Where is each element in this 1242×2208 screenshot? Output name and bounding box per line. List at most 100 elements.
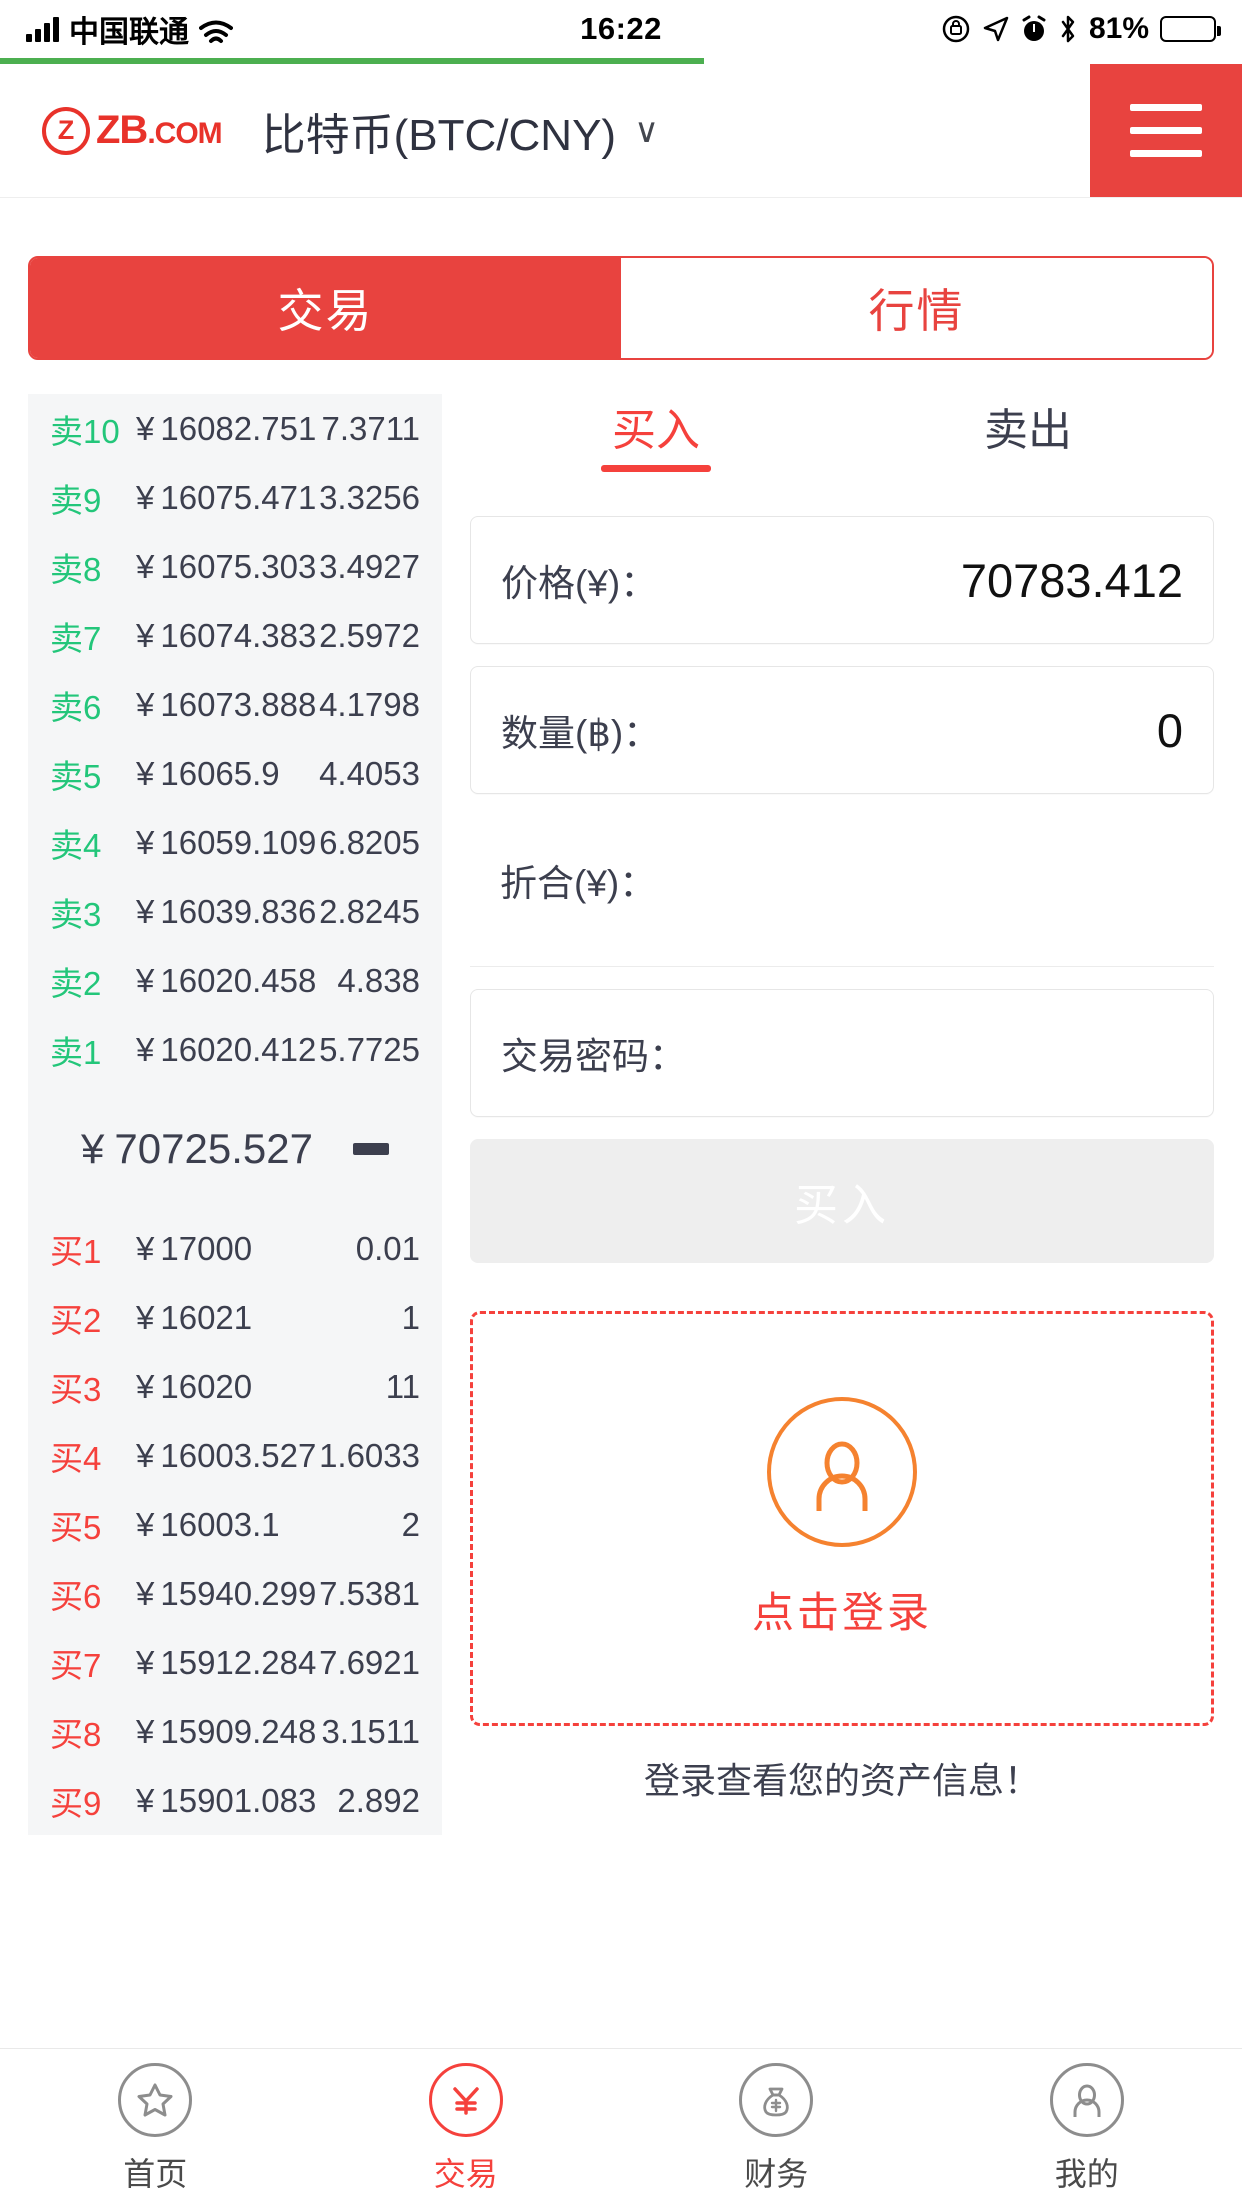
order-price: ¥16073.888 — [136, 685, 317, 723]
order-price: ¥16020.458 — [136, 961, 317, 999]
price-label: 价格(¥)： — [501, 563, 658, 604]
last-price: ¥70725.527 — [81, 1125, 313, 1172]
trade-password-field[interactable]: 交易密码： — [470, 989, 1214, 1117]
table-row[interactable]: 买2 ¥16021 1 — [28, 1283, 442, 1352]
table-row[interactable]: 卖3 ¥16039.836 2.8245 — [28, 877, 442, 946]
nav-item-trade[interactable]: 交易 — [311, 2062, 622, 2195]
login-link[interactable]: 点击登录 — [752, 1579, 932, 1640]
table-row[interactable]: 买9 ¥15901.083 2.892 — [28, 1766, 442, 1835]
order-tag: 卖3 — [50, 895, 102, 933]
order-amount: 3.4927 — [319, 547, 420, 585]
order-amount: 4.4053 — [319, 754, 420, 792]
total-field: 折合(¥)： — [470, 816, 1214, 944]
order-tag: 买4 — [50, 1439, 102, 1477]
submit-buy-button[interactable]: 买入 — [470, 1139, 1214, 1263]
trading-pair-label: 比特币(BTC/CNY) — [261, 110, 617, 160]
table-row[interactable]: 买4 ¥16003.527 1.6033 — [28, 1421, 442, 1490]
table-row[interactable]: 卖2 ¥16020.458 4.838 — [28, 946, 442, 1015]
table-row[interactable]: 买8 ¥15909.248 3.1511 — [28, 1697, 442, 1766]
status-bar: 中国联通 16:22 81% — [0, 0, 1242, 58]
price-trend-flat-icon — [352, 1143, 389, 1155]
nav-label-profile: 我的 — [1054, 2155, 1119, 2192]
order-price: ¥15912.284 — [136, 1643, 317, 1681]
bottom-navigation: 首页 交易 财务 我的 — [0, 2048, 1242, 2208]
order-price: ¥16065.9 — [136, 754, 280, 792]
amount-input[interactable]: 0 — [1157, 703, 1183, 758]
order-amount: 7.6921 — [319, 1643, 420, 1681]
order-amount: 2 — [401, 1505, 420, 1543]
trade-password-label: 交易密码： — [501, 1036, 686, 1077]
last-price-row: ¥70725.527 — [28, 1084, 442, 1214]
order-tag: 卖1 — [50, 1033, 102, 1071]
order-price: ¥16021 — [136, 1298, 253, 1336]
order-amount: 4.838 — [337, 961, 420, 999]
price-input[interactable]: 70783.412 — [961, 553, 1183, 608]
order-tag: 卖8 — [50, 550, 102, 588]
buy-sell-tabs: 买入 卖出 — [470, 394, 1214, 472]
login-hint-text: 登录查看您的资产信息！ — [643, 1760, 1040, 1801]
sell-orders-list: 卖10 ¥16082.751 7.3711 卖9 ¥16075.471 3.32… — [28, 394, 442, 1084]
tab-market[interactable]: 行情 — [621, 258, 1212, 358]
price-field[interactable]: 价格(¥)： 70783.412 — [470, 516, 1214, 644]
trading-pair-selector[interactable]: 比特币(BTC/CNY) ∨ — [262, 99, 659, 163]
order-price: ¥15901.083 — [136, 1781, 317, 1819]
order-tag: 买8 — [50, 1715, 102, 1753]
amount-label: 数量(฿)： — [501, 713, 661, 754]
nav-item-finance[interactable]: 财务 — [621, 2062, 932, 2195]
hamburger-icon-line — [1130, 150, 1202, 157]
table-row[interactable]: 卖7 ¥16074.383 2.5972 — [28, 601, 442, 670]
trade-form: 买入 卖出 价格(¥)： 70783.412 数量(฿)： 0 折合(¥)： 交… — [470, 394, 1214, 1801]
table-row[interactable]: 卖9 ¥16075.471 3.3256 — [28, 463, 442, 532]
nav-item-profile[interactable]: 我的 — [932, 2062, 1242, 2195]
login-prompt-box[interactable]: 点击登录 — [470, 1311, 1214, 1726]
nav-label-trade: 交易 — [433, 2155, 498, 2192]
order-amount: 3.3256 — [319, 478, 420, 516]
order-price: ¥16059.109 — [136, 823, 317, 861]
table-row[interactable]: 卖1 ¥16020.412 5.7725 — [28, 1015, 442, 1084]
order-price: ¥16074.383 — [136, 616, 317, 654]
order-price: ¥16003.527 — [136, 1436, 317, 1474]
amount-field[interactable]: 数量(฿)： 0 — [470, 666, 1214, 794]
table-row[interactable]: 卖8 ¥16075.303 3.4927 — [28, 532, 442, 601]
order-tag: 卖5 — [50, 757, 102, 795]
table-row[interactable]: 卖4 ¥16059.109 6.8205 — [28, 808, 442, 877]
order-price: ¥16075.471 — [136, 478, 317, 516]
order-tag: 卖6 — [50, 688, 102, 726]
table-row[interactable]: 卖10 ¥16082.751 7.3711 — [28, 394, 442, 463]
table-row[interactable]: 买7 ¥15912.284 7.6921 — [28, 1628, 442, 1697]
order-amount: 2.5972 — [319, 616, 420, 654]
tab-sell[interactable]: 卖出 — [842, 394, 1214, 472]
tab-trade[interactable]: 交易 — [30, 258, 621, 358]
table-row[interactable]: 买5 ¥16003.1 2 — [28, 1490, 442, 1559]
hamburger-icon-line — [1130, 104, 1202, 111]
order-amount: 2.8245 — [319, 892, 420, 930]
table-row[interactable]: 卖6 ¥16073.888 4.1798 — [28, 670, 442, 739]
table-row[interactable]: 买3 ¥16020 11 — [28, 1352, 442, 1421]
nav-label-home: 首页 — [123, 2155, 188, 2192]
zb-logo[interactable]: Z ZB.COM — [42, 106, 223, 155]
table-row[interactable]: 卖5 ¥16065.9 4.4053 — [28, 739, 442, 808]
table-row[interactable]: 买1 ¥17000 0.01 — [28, 1214, 442, 1283]
top-tabs-wrapper: 交易 行情 — [0, 198, 1242, 360]
order-amount: 11 — [385, 1367, 420, 1405]
order-price: ¥16039.836 — [136, 892, 317, 930]
person-icon — [1049, 2062, 1124, 2137]
nav-item-home[interactable]: 首页 — [0, 2062, 311, 2195]
nav-label-finance: 财务 — [744, 2155, 809, 2192]
order-amount: 1.6033 — [319, 1436, 420, 1474]
order-price: ¥16082.751 — [136, 409, 317, 447]
buy-orders-list: 买1 ¥17000 0.01 买2 ¥16021 1 买3 ¥16020 11 … — [28, 1214, 442, 1835]
chevron-down-icon: ∨ — [634, 111, 659, 150]
order-amount: 7.3711 — [321, 409, 420, 447]
hamburger-menu-button[interactable] — [1090, 64, 1242, 197]
order-tag: 卖9 — [50, 481, 102, 519]
order-tag: 卖10 — [50, 412, 120, 450]
order-amount: 0.01 — [355, 1229, 420, 1267]
table-row[interactable]: 买6 ¥15940.299 7.5381 — [28, 1559, 442, 1628]
order-amount: 6.8205 — [319, 823, 420, 861]
order-tag: 买6 — [50, 1577, 102, 1615]
app-header-left: Z ZB.COM 比特币(BTC/CNY) ∨ — [0, 64, 1090, 197]
tab-buy[interactable]: 买入 — [470, 394, 842, 472]
order-tag: 卖2 — [50, 964, 102, 1002]
exchange-icon — [428, 2062, 503, 2137]
